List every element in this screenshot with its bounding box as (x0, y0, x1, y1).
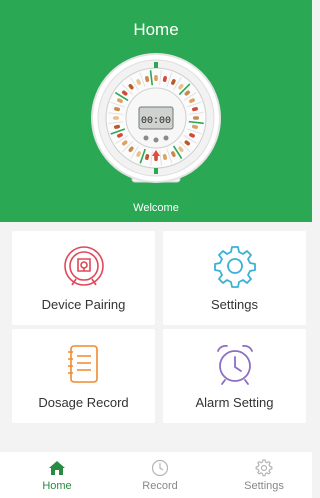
tab-record[interactable]: Record (125, 452, 195, 498)
dosage-record-card[interactable]: Dosage Record (12, 329, 155, 423)
alarm-clock-icon (212, 341, 258, 387)
link-lock-icon (61, 243, 107, 289)
clock-icon (151, 459, 169, 477)
notepad-icon (61, 341, 107, 387)
settings-label: Settings (211, 297, 258, 312)
tab-home-label: Home (42, 480, 72, 492)
settings-card[interactable]: Settings (163, 231, 306, 325)
header-banner: Home 00:00 Welcome (0, 0, 312, 222)
welcome-text: Welcome (133, 202, 179, 214)
dosage-record-label: Dosage Record (38, 395, 129, 410)
alarm-setting-card[interactable]: Alarm Setting (163, 329, 306, 423)
page-title: Home (133, 20, 179, 39)
pill (113, 116, 119, 120)
tab-settings-label: Settings (244, 480, 284, 492)
clock-display: 00:00 (141, 116, 171, 127)
pill (193, 116, 199, 120)
pill-dispenser-image: 00:00 (90, 52, 222, 192)
gear-icon (212, 243, 258, 289)
pill (154, 75, 158, 81)
tab-settings[interactable]: Settings (229, 452, 299, 498)
tab-home[interactable]: Home (22, 452, 92, 498)
bottom-tab-bar: Home Record Settings (0, 452, 312, 498)
device-pairing-card[interactable]: Device Pairing (12, 231, 155, 325)
home-icon (48, 459, 66, 477)
alarm-setting-label: Alarm Setting (195, 395, 274, 410)
device-pairing-label: Device Pairing (41, 297, 126, 312)
gear-icon (255, 459, 273, 477)
tab-record-label: Record (142, 480, 178, 492)
